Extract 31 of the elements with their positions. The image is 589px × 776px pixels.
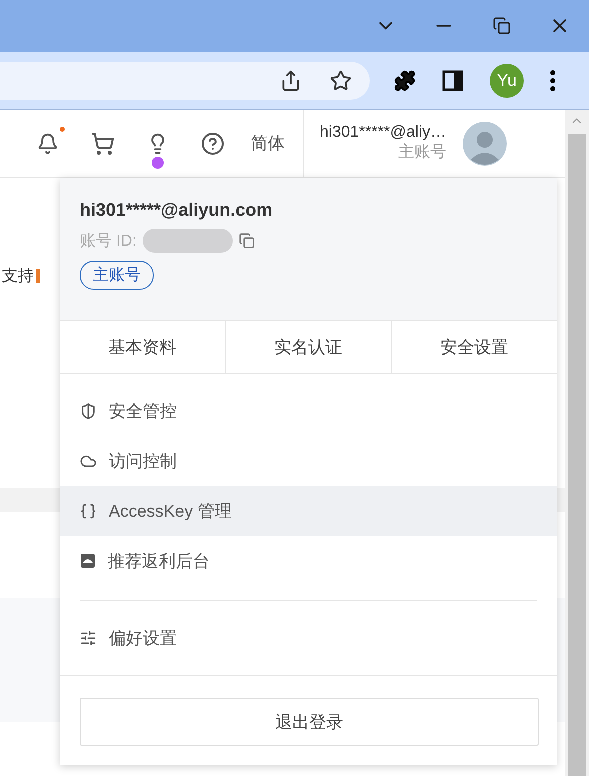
- star-icon[interactable]: [330, 70, 352, 92]
- copy-icon[interactable]: [238, 233, 255, 249]
- braces-icon: [80, 502, 97, 520]
- account-name: hi301*****@aliy…: [320, 124, 447, 142]
- logout-button[interactable]: 退出登录: [80, 698, 539, 746]
- more-icon[interactable]: [550, 70, 556, 92]
- menu-item[interactable]: 推荐返利后台: [60, 536, 557, 586]
- sliders-icon: [80, 630, 97, 646]
- bell-icon[interactable]: [37, 132, 59, 154]
- puzzle-icon[interactable]: [394, 70, 416, 92]
- background-text: 支持: [2, 266, 34, 286]
- language-link[interactable]: 简体: [251, 132, 285, 155]
- shield-icon: [80, 402, 97, 420]
- avatar[interactable]: [462, 122, 507, 166]
- menu-item[interactable]: AccessKey 管理: [60, 486, 557, 536]
- cart-icon[interactable]: [91, 132, 115, 156]
- account-email: hi301*****@aliyun.com: [80, 200, 274, 221]
- card-icon: [80, 553, 96, 569]
- profile-tab[interactable]: 安全设置: [391, 321, 557, 373]
- menu-item[interactable]: 偏好设置: [60, 613, 557, 663]
- account-id-label: 账号 ID:: [80, 232, 137, 252]
- help-icon[interactable]: [201, 132, 225, 156]
- account-role: 主账号: [398, 142, 447, 163]
- menu-item[interactable]: 访问控制: [60, 436, 557, 486]
- restore-icon[interactable]: [493, 17, 511, 35]
- side-panel-icon[interactable]: [442, 70, 464, 92]
- scrollbar[interactable]: [565, 110, 589, 776]
- link-fragment: [36, 269, 40, 283]
- account-type-badge: 主账号: [80, 261, 154, 290]
- menu-item[interactable]: 安全管控: [60, 386, 557, 436]
- share-icon[interactable]: [280, 70, 302, 92]
